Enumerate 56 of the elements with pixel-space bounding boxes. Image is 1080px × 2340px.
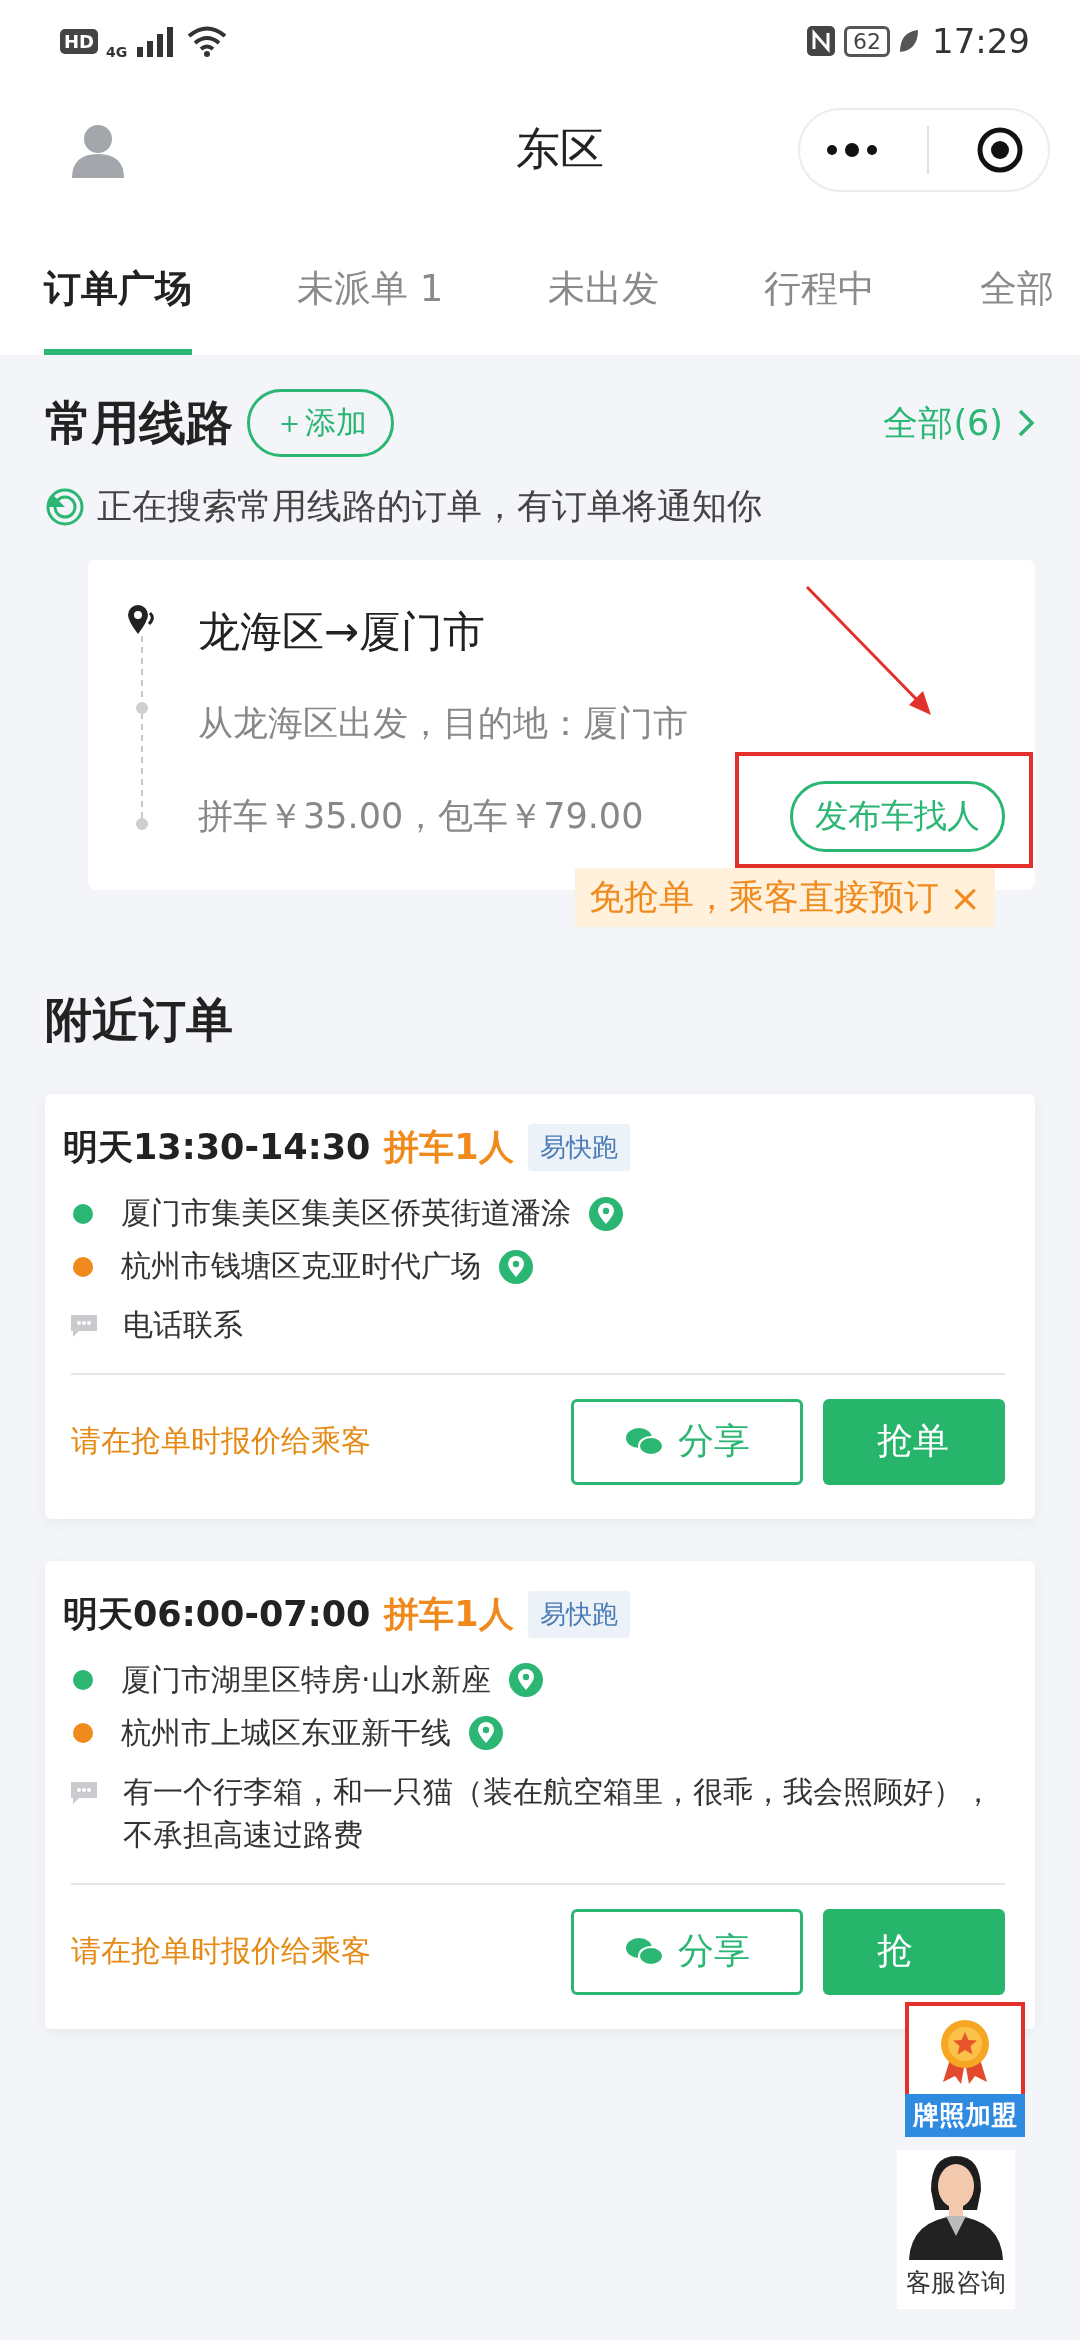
- tab[interactable]: 全部: [980, 217, 1054, 355]
- badge-label: 牌照加盟: [905, 2094, 1025, 2137]
- add-button[interactable]: ＋添加: [247, 389, 394, 457]
- ride-type: 拼车1人: [384, 1592, 514, 1636]
- location-pin-icon[interactable]: [469, 1716, 503, 1750]
- tab[interactable]: 未出发: [548, 217, 660, 355]
- route-pin-icon: [127, 604, 157, 636]
- hd-indicator: HD: [60, 28, 98, 54]
- order-time: 明天13:30-14:30: [63, 1126, 371, 1169]
- publish-button[interactable]: 发布车找人: [790, 781, 1005, 852]
- section-title: 附近订单: [45, 991, 234, 1049]
- order-time: 明天06:00-07:00: [63, 1592, 371, 1636]
- clock: 17:29: [932, 21, 1030, 61]
- nfc-icon: [806, 25, 836, 57]
- wifi-icon: [187, 25, 228, 57]
- tip-text: 免抢单，乘客直接预订: [589, 876, 940, 919]
- close-button[interactable]: ×: [949, 875, 981, 920]
- stop-address: 厦门市集美区集美区侨英街道潘涂: [121, 1194, 571, 1232]
- stop-address: 厦门市湖里区特房·山水新座: [121, 1660, 491, 1699]
- route-prices: 拼车￥35.00，包车￥79.00: [198, 795, 644, 838]
- ride-type: 拼车1人: [384, 1126, 514, 1169]
- platform-tag: 易快跑: [527, 1124, 630, 1171]
- radar-icon: [45, 486, 85, 527]
- all-routes-link[interactable]: 全部(6): [883, 399, 1003, 447]
- platform-tag: 易快跑: [527, 1590, 630, 1638]
- location-pin-icon[interactable]: [589, 1196, 623, 1231]
- service-label: 客服咨询: [906, 2267, 1006, 2299]
- price-hint: 请在抢单时报价给乘客: [71, 1932, 372, 1970]
- close-target-icon[interactable]: [976, 125, 1025, 174]
- order-note: 有一个行李箱，和一只猫（装在航空箱里，很乖，我会照顾好），不承担高速过路费: [123, 1772, 994, 1854]
- grab-order-button[interactable]: 抢: [823, 1908, 1005, 1995]
- message-icon: [69, 1313, 99, 1339]
- price-hint: 请在抢单时报价给乘客: [71, 1422, 372, 1460]
- notice-text: 正在搜索常用线路的订单，有订单将通知你: [97, 485, 762, 528]
- license-join-badge[interactable]: 牌照加盟: [895, 2002, 1035, 2137]
- route-title: 龙海区→厦门市: [198, 606, 487, 658]
- share-button[interactable]: 分享: [571, 1908, 803, 1995]
- route-description: 从龙海区出发，目的地：厦门市: [198, 702, 689, 745]
- tab[interactable]: 行程中: [764, 217, 876, 355]
- network-type: 4G: [106, 44, 128, 60]
- share-button[interactable]: 分享: [571, 1398, 803, 1485]
- page-title: 东区: [516, 122, 604, 176]
- customer-service-button[interactable]: 客服咨询: [897, 2150, 1015, 2309]
- order-note: 电话联系: [123, 1306, 243, 1344]
- location-pin-icon[interactable]: [508, 1663, 543, 1697]
- tab[interactable]: 订单广场: [44, 217, 192, 355]
- battery-level: 62: [844, 25, 890, 57]
- chevron-right-icon[interactable]: [1017, 408, 1035, 438]
- tab[interactable]: 未派单 1: [296, 217, 444, 355]
- stop-address: 杭州市钱塘区克亚时代广场: [121, 1247, 481, 1285]
- grab-order-button[interactable]: 抢单: [823, 1398, 1005, 1485]
- location-pin-icon[interactable]: [499, 1249, 533, 1284]
- stop-address: 杭州市上城区东亚新干线: [121, 1713, 451, 1752]
- leaf-icon: [898, 28, 920, 54]
- section-title: 常用线路: [45, 393, 233, 452]
- message-icon: [69, 1779, 99, 1806]
